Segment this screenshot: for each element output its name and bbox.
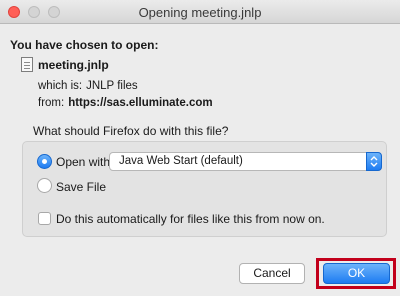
save-file-radio[interactable] bbox=[37, 178, 52, 193]
open-with-label[interactable]: Open with bbox=[56, 155, 110, 169]
save-file-label[interactable]: Save File bbox=[56, 180, 106, 194]
file-source-line: from: https://sas.elluminate.com bbox=[38, 97, 213, 109]
file-source-label: from: bbox=[38, 97, 65, 109]
auto-handle-label[interactable]: Do this automatically for files like thi… bbox=[56, 212, 325, 226]
file-type-label: which is: bbox=[38, 80, 83, 92]
updown-chevron-icon bbox=[366, 152, 382, 171]
cancel-button[interactable]: Cancel bbox=[239, 263, 305, 284]
file-source-value: https://sas.elluminate.com bbox=[68, 97, 213, 109]
open-with-radio[interactable] bbox=[37, 154, 52, 169]
file-name: meeting.jnlp bbox=[38, 58, 109, 72]
open-file-dialog: Opening meeting.jnlp You have chosen to … bbox=[0, 0, 400, 296]
file-type-line: which is: JNLP files bbox=[38, 80, 138, 92]
title-bar: Opening meeting.jnlp bbox=[0, 0, 400, 24]
document-icon bbox=[21, 57, 33, 72]
auto-handle-checkbox[interactable] bbox=[38, 212, 51, 225]
application-select[interactable]: Java Web Start (default) bbox=[109, 152, 382, 171]
application-select-value: Java Web Start (default) bbox=[119, 155, 243, 167]
file-type-value: JNLP files bbox=[86, 80, 138, 92]
window-title: Opening meeting.jnlp bbox=[138, 5, 262, 20]
dialog-heading: You have chosen to open: bbox=[10, 38, 159, 52]
action-question: What should Firefox do with this file? bbox=[33, 124, 229, 138]
ok-button[interactable]: OK bbox=[323, 263, 390, 284]
